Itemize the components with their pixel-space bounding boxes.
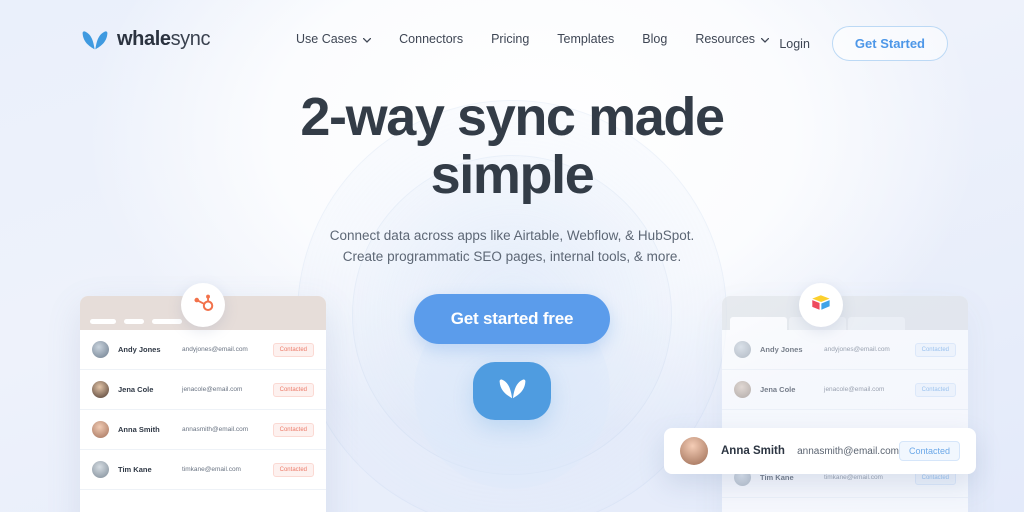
hero-cta-wrapper: Get started free bbox=[0, 294, 1024, 345]
airtable-logo-bubble bbox=[799, 283, 843, 327]
login-link[interactable]: Login bbox=[779, 37, 810, 51]
row-email: jenacole@email.com bbox=[182, 386, 243, 393]
nav-label-blog: Blog bbox=[642, 32, 668, 46]
row-name: Tim Kane bbox=[118, 465, 152, 474]
row-name: Jena Cole bbox=[118, 385, 154, 394]
avatar bbox=[92, 421, 109, 438]
page-title: 2-way sync made simple bbox=[300, 87, 725, 206]
highlighted-contact-row[interactable]: Anna Smith annasmith@email.com Contacted bbox=[664, 428, 976, 474]
nav-item-pricing[interactable]: Pricing bbox=[491, 32, 529, 46]
hubspot-icon bbox=[192, 292, 214, 319]
nav-item-connectors[interactable]: Connectors bbox=[399, 32, 463, 46]
row-name: Anna Smith bbox=[721, 445, 785, 457]
get-started-free-button[interactable]: Get started free bbox=[413, 294, 611, 345]
status-badge: Contacted bbox=[914, 382, 956, 397]
hero-subtitle-line-1: Connect data across apps like Airtable, … bbox=[329, 227, 695, 243]
nav-item-resources[interactable]: Resources bbox=[695, 32, 770, 46]
nav-item-use-cases[interactable]: Use Cases bbox=[296, 32, 372, 46]
site-header: whalesync Use Cases Connectors Pricing T… bbox=[0, 0, 1024, 82]
brand-logo[interactable]: whalesync bbox=[82, 28, 211, 51]
table-row[interactable]: Jena Cole jenacole@email.com Contacted bbox=[722, 370, 968, 410]
hubspot-logo-bubble bbox=[181, 283, 225, 327]
avatar bbox=[92, 381, 109, 398]
brand-name: whalesync bbox=[117, 28, 211, 51]
landing-page: whalesync Use Cases Connectors Pricing T… bbox=[0, 0, 1024, 512]
status-badge: Contacted bbox=[272, 382, 314, 397]
nav-label-templates: Templates bbox=[557, 32, 615, 46]
row-name: Andy Jones bbox=[118, 345, 161, 354]
avatar bbox=[680, 437, 708, 465]
status-badge: Contacted bbox=[272, 422, 314, 437]
row-email: andyjones@email.com bbox=[824, 346, 890, 353]
row-email: andyjones@email.com bbox=[182, 346, 248, 353]
airtable-icon bbox=[810, 292, 832, 319]
row-email: timkane@email.com bbox=[182, 466, 241, 473]
whale-tail-icon bbox=[499, 378, 526, 404]
row-email: jenacole@email.com bbox=[824, 386, 885, 393]
brand-name-bold: whale bbox=[117, 28, 171, 50]
sync-whale-badge bbox=[473, 362, 551, 420]
nav-label-resources: Resources bbox=[695, 32, 756, 46]
table-row[interactable]: Jena Cole jenacole@email.com Contacted bbox=[80, 370, 326, 410]
row-email: timkane@email.com bbox=[824, 474, 883, 481]
avatar bbox=[92, 461, 109, 478]
nav-item-blog[interactable]: Blog bbox=[642, 32, 667, 46]
primary-nav: Use Cases Connectors Pricing Templates B… bbox=[296, 32, 770, 46]
status-badge: Contacted bbox=[272, 462, 314, 477]
nav-label-pricing: Pricing bbox=[491, 32, 530, 46]
row-name: Tim Kane bbox=[760, 473, 794, 482]
hero-subtitle-line-2: Create programmatic SEO pages, internal … bbox=[342, 249, 682, 265]
header-actions: Login Get Started bbox=[779, 26, 948, 61]
status-badge: Contacted bbox=[272, 342, 314, 357]
nav-item-templates[interactable]: Templates bbox=[557, 32, 614, 46]
row-name: Andy Jones bbox=[760, 345, 803, 354]
nav-label-use-cases: Use Cases bbox=[296, 32, 358, 46]
brand-name-light: sync bbox=[170, 28, 211, 50]
avatar bbox=[734, 381, 751, 398]
whale-tail-icon bbox=[82, 30, 108, 50]
chevron-down-icon bbox=[363, 32, 372, 46]
table-row[interactable]: Tim Kane timkane@email.com Contacted bbox=[80, 450, 326, 490]
status-badge: Contacted bbox=[914, 342, 956, 357]
row-name: Jena Cole bbox=[760, 385, 796, 394]
status-badge: Contacted bbox=[898, 441, 960, 461]
get-started-button[interactable]: Get Started bbox=[831, 26, 948, 61]
row-email: annasmith@email.com bbox=[182, 426, 249, 433]
hero-subtitle: Connect data across apps like Airtable, … bbox=[0, 225, 1024, 269]
chevron-down-icon bbox=[761, 32, 770, 46]
row-email: annasmith@email.com bbox=[797, 445, 899, 457]
nav-label-connectors: Connectors bbox=[399, 32, 464, 46]
hero-section: 2-way sync made simple Connect data acro… bbox=[0, 87, 1024, 345]
row-name: Anna Smith bbox=[118, 425, 160, 434]
table-row[interactable]: Anna Smith annasmith@email.com Contacted bbox=[80, 410, 326, 450]
